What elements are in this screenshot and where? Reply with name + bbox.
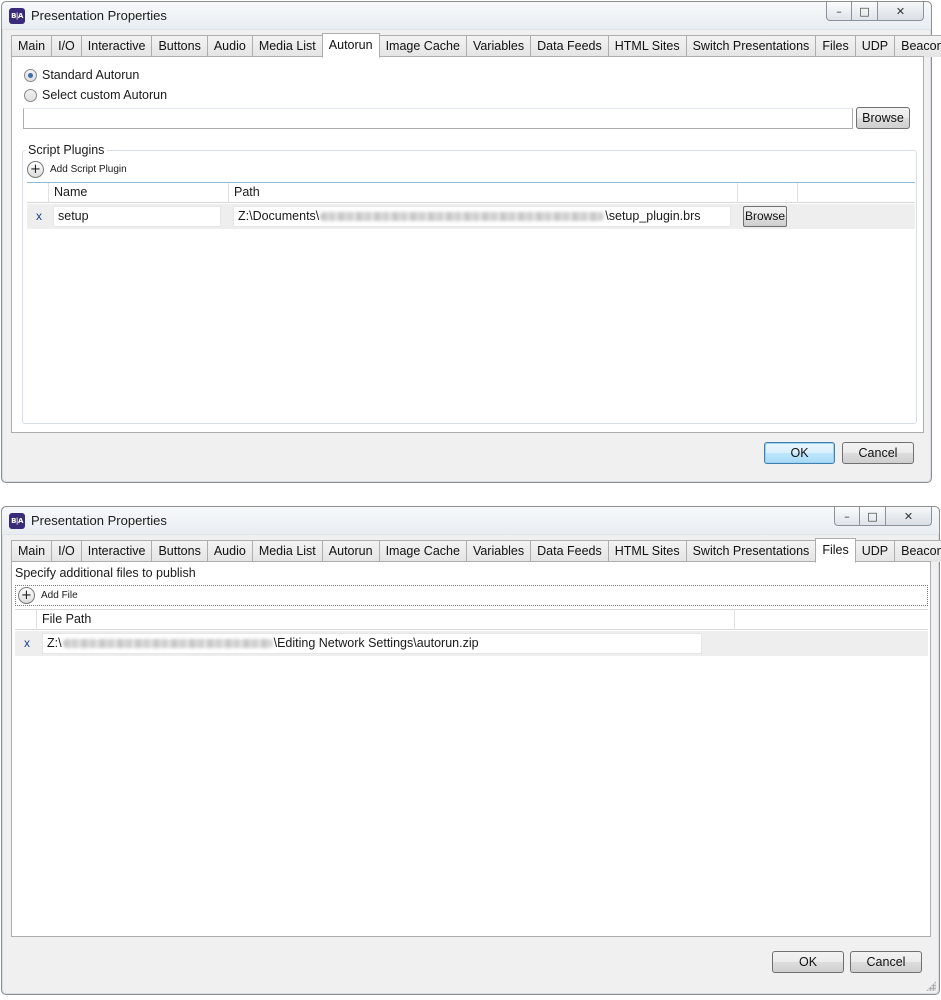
column-header-browse bbox=[738, 183, 798, 203]
redacted-path-segment bbox=[320, 212, 605, 222]
tab-media-list[interactable]: Media List bbox=[251, 35, 323, 57]
tab-bar: Main I/O Interactive Buttons Audio Media… bbox=[11, 33, 941, 58]
redacted-path-segment bbox=[62, 639, 273, 649]
tab-variables[interactable]: Variables bbox=[465, 35, 532, 57]
tab-data-feeds[interactable]: Data Feeds bbox=[530, 35, 609, 57]
tab-udp[interactable]: UDP bbox=[854, 540, 896, 562]
title-bar[interactable]: B|A Presentation Properties – □ ✕ bbox=[2, 2, 931, 30]
grid-header-spacer bbox=[15, 610, 37, 630]
plugin-path-prefix: Z:\Documents\ bbox=[238, 209, 320, 223]
tab-html-sites[interactable]: HTML Sites bbox=[607, 540, 687, 562]
tab-autorun[interactable]: Autorun bbox=[321, 540, 380, 562]
window-title: Presentation Properties bbox=[31, 513, 167, 528]
title-bar[interactable]: B|A Presentation Properties – □ ✕ bbox=[2, 507, 939, 535]
tab-variables[interactable]: Variables bbox=[465, 540, 532, 562]
app-icon: B|A bbox=[9, 513, 25, 529]
add-file-button[interactable]: + Add File bbox=[18, 587, 78, 604]
file-path-prefix: Z:\ bbox=[47, 636, 62, 650]
files-panel: Specify additional files to publish + Ad… bbox=[11, 561, 931, 937]
files-grid: File Path x Z:\ \Editing Network Settings… bbox=[15, 609, 928, 932]
custom-autorun-option[interactable]: Select custom Autorun bbox=[24, 88, 167, 102]
table-row[interactable]: x setup Z:\Documents\ \setup_plugin.brs B… bbox=[27, 204, 915, 229]
tab-udp[interactable]: UDP bbox=[854, 35, 896, 57]
cancel-button[interactable]: Cancel bbox=[842, 442, 914, 464]
radio-checked-icon[interactable] bbox=[24, 68, 37, 82]
tab-main[interactable]: Main bbox=[11, 540, 53, 562]
ok-button[interactable]: OK bbox=[772, 951, 844, 973]
tab-image-cache[interactable]: Image Cache bbox=[378, 35, 467, 57]
custom-autorun-browse-button[interactable]: Browse bbox=[856, 107, 910, 129]
files-description: Specify additional files to publish bbox=[15, 566, 196, 580]
radio-unchecked-icon[interactable] bbox=[24, 88, 37, 102]
tab-media-list[interactable]: Media List bbox=[251, 540, 323, 562]
tab-files[interactable]: Files bbox=[815, 538, 856, 563]
plugin-path-suffix: \setup_plugin.brs bbox=[605, 209, 701, 223]
grid-header: File Path bbox=[15, 610, 928, 630]
tab-switch-presentations[interactable]: Switch Presentations bbox=[685, 540, 817, 562]
plugin-path-input[interactable]: Z:\Documents\ \setup_plugin.brs bbox=[233, 206, 731, 227]
delete-row-button[interactable]: x bbox=[24, 636, 30, 650]
close-icon[interactable]: ✕ bbox=[886, 507, 932, 526]
tab-audio[interactable]: Audio bbox=[206, 35, 253, 57]
column-header-name[interactable]: Name bbox=[49, 183, 229, 203]
presentation-properties-window-files: B|A Presentation Properties – □ ✕ Main I… bbox=[1, 506, 941, 995]
tab-main[interactable]: Main bbox=[11, 35, 53, 57]
presentation-properties-window-autorun: B|A Presentation Properties – □ ✕ Main I… bbox=[1, 1, 941, 483]
minimize-icon[interactable]: – bbox=[826, 2, 852, 21]
plus-circle-icon[interactable]: + bbox=[18, 587, 35, 604]
close-icon[interactable]: ✕ bbox=[878, 2, 924, 21]
plugin-browse-button[interactable]: Browse bbox=[743, 206, 787, 227]
tab-interactive[interactable]: Interactive bbox=[80, 540, 153, 562]
tab-beacons[interactable]: Beacons bbox=[894, 35, 941, 57]
plugin-name-input[interactable]: setup bbox=[53, 206, 221, 227]
grid-header-spacer bbox=[27, 183, 49, 203]
standard-autorun-label: Standard Autorun bbox=[42, 68, 140, 82]
tab-switch-presentations[interactable]: Switch Presentations bbox=[685, 35, 817, 57]
tab-io[interactable]: I/O bbox=[51, 540, 82, 562]
resize-grip-icon[interactable] bbox=[926, 981, 936, 991]
tab-beacons[interactable]: Beacons bbox=[894, 540, 941, 562]
ok-button[interactable]: OK bbox=[764, 442, 835, 464]
cancel-button[interactable]: Cancel bbox=[850, 951, 922, 973]
app-icon: B|A bbox=[9, 8, 25, 24]
tab-files[interactable]: Files bbox=[815, 35, 856, 57]
add-file-label: Add File bbox=[41, 590, 78, 601]
tab-io[interactable]: I/O bbox=[51, 35, 82, 57]
tab-audio[interactable]: Audio bbox=[206, 540, 253, 562]
file-path-suffix: \Editing Network Settings\autorun.zip bbox=[273, 636, 479, 650]
file-path-input[interactable]: Z:\ \Editing Network Settings\autorun.zip bbox=[42, 633, 702, 654]
tab-interactive[interactable]: Interactive bbox=[80, 35, 153, 57]
window-controls: – □ ✕ bbox=[826, 2, 924, 21]
minimize-icon[interactable]: – bbox=[834, 507, 860, 526]
tab-buttons[interactable]: Buttons bbox=[151, 540, 208, 562]
script-plugins-grid: Name Path x setup Z:\Documents\ \setup_pl… bbox=[27, 182, 915, 418]
add-script-plugin-button[interactable]: + Add Script Plugin bbox=[27, 161, 127, 178]
tab-html-sites[interactable]: HTML Sites bbox=[607, 35, 687, 57]
window-title: Presentation Properties bbox=[31, 8, 167, 23]
autorun-panel: Standard Autorun Select custom Autorun B… bbox=[11, 56, 924, 433]
grid-header: Name Path bbox=[27, 183, 915, 203]
maximize-icon[interactable]: □ bbox=[860, 507, 886, 526]
add-script-plugin-label: Add Script Plugin bbox=[50, 164, 127, 175]
standard-autorun-option[interactable]: Standard Autorun bbox=[24, 68, 139, 82]
tab-data-feeds[interactable]: Data Feeds bbox=[530, 540, 609, 562]
column-header-path[interactable]: Path bbox=[229, 183, 738, 203]
window-controls: – □ ✕ bbox=[834, 507, 932, 526]
tab-bar: Main I/O Interactive Buttons Audio Media… bbox=[11, 538, 941, 563]
tab-buttons[interactable]: Buttons bbox=[151, 35, 208, 57]
maximize-icon[interactable]: □ bbox=[852, 2, 878, 21]
tab-autorun[interactable]: Autorun bbox=[321, 33, 380, 58]
column-header-file-path[interactable]: File Path bbox=[37, 610, 735, 630]
script-plugins-title: Script Plugins bbox=[25, 143, 108, 157]
custom-autorun-label: Select custom Autorun bbox=[42, 88, 168, 102]
plus-circle-icon[interactable]: + bbox=[27, 161, 44, 178]
delete-row-button[interactable]: x bbox=[36, 209, 42, 223]
tab-image-cache[interactable]: Image Cache bbox=[378, 540, 467, 562]
add-file-bar[interactable] bbox=[15, 585, 928, 606]
custom-autorun-path-input[interactable] bbox=[23, 108, 853, 129]
table-row[interactable]: x Z:\ \Editing Network Settings\autorun.z… bbox=[15, 631, 928, 656]
